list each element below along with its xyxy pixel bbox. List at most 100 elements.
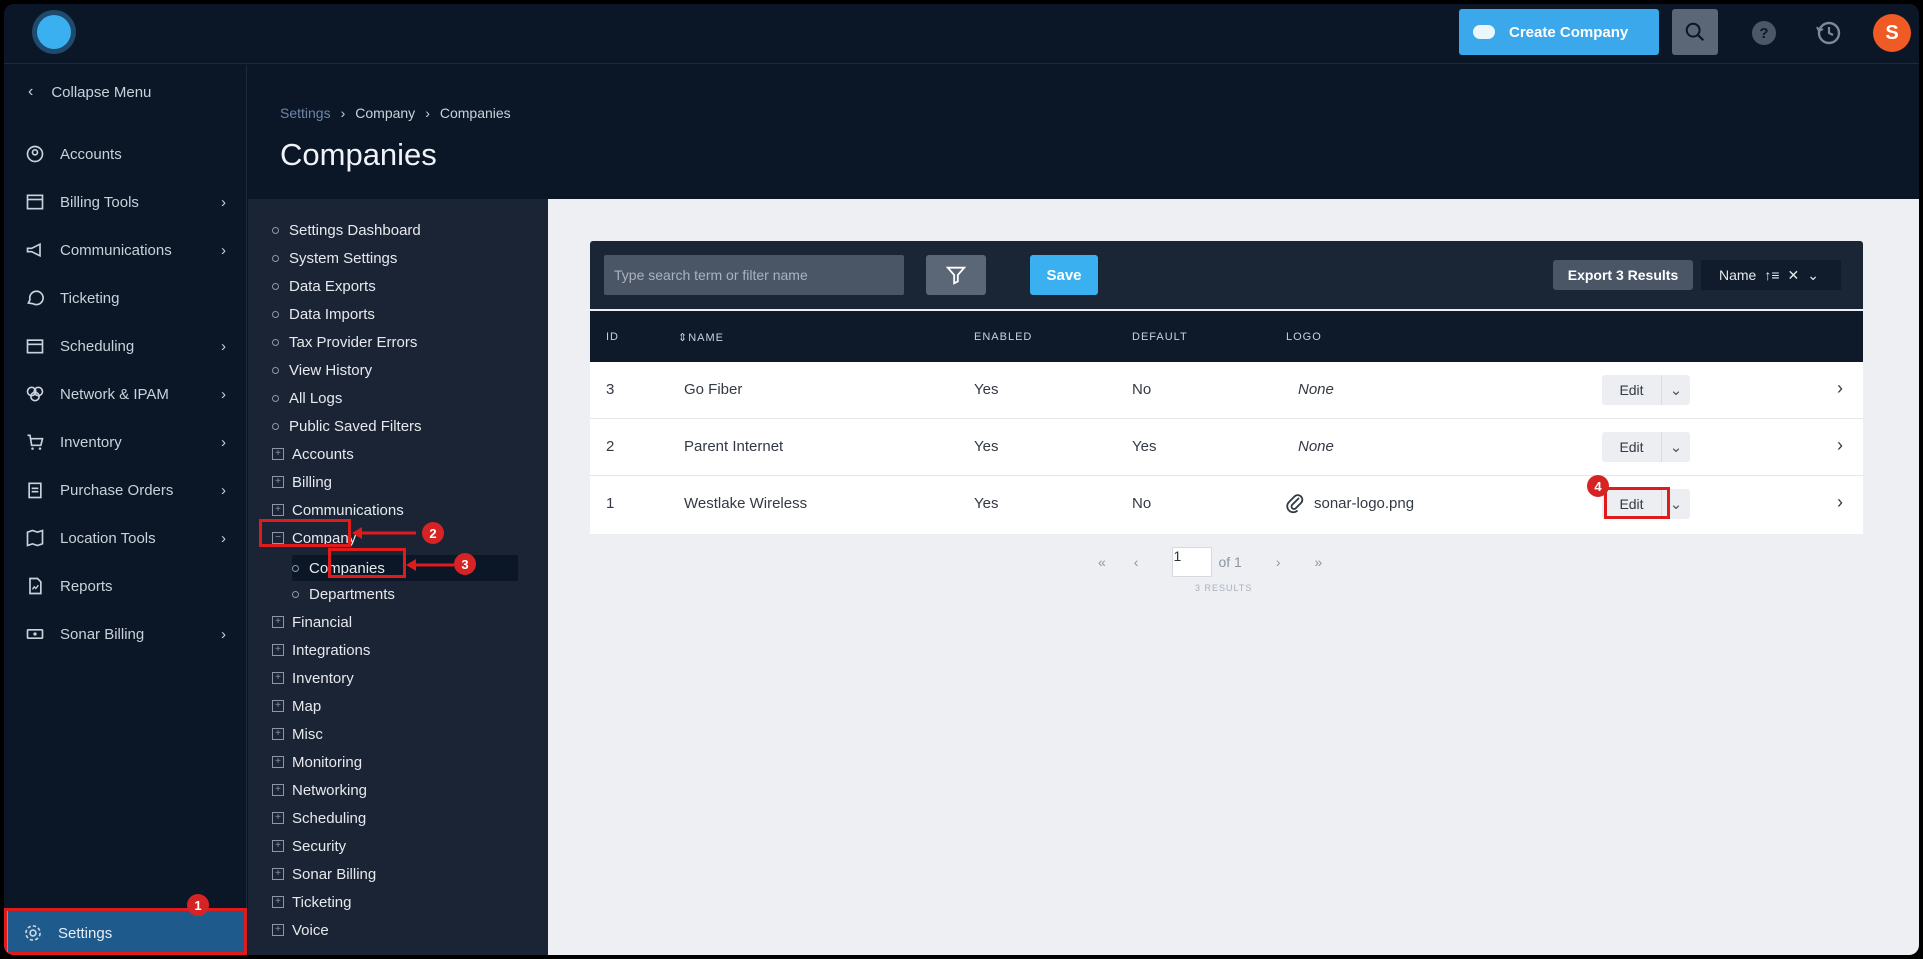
clear-sort-icon[interactable]: ✕ <box>1788 267 1800 284</box>
tree-item-integrations[interactable]: + Integrations <box>272 639 370 661</box>
column-header-name[interactable]: ⇕NAME <box>678 331 724 344</box>
tree-item-ticketing[interactable]: + Ticketing <box>272 891 351 913</box>
search-input[interactable] <box>604 255 904 295</box>
tree-item-scheduling[interactable]: + Scheduling <box>272 807 366 829</box>
history-icon[interactable] <box>1814 18 1844 48</box>
expand-plus-icon[interactable]: + <box>272 924 284 936</box>
chevron-down-icon[interactable]: ⌄ <box>1807 267 1819 284</box>
first-page-icon[interactable]: « <box>1098 554 1106 570</box>
breadcrumb-settings[interactable]: Settings <box>280 105 331 121</box>
chevron-right-icon[interactable]: › <box>1837 435 1843 456</box>
chevron-right-icon[interactable]: › <box>1837 378 1843 399</box>
table-row[interactable]: 1 Westlake Wireless Yes No sonar-logo.png Edi… <box>590 476 1863 534</box>
nav-item-sonar-billing[interactable]: Sonar Billing › <box>24 619 234 649</box>
expand-plus-icon[interactable]: + <box>272 700 284 712</box>
logo-file[interactable]: sonar-logo.png <box>1286 492 1414 514</box>
tree-item-data-imports[interactable]: Data Imports <box>272 303 375 325</box>
tree-item-voice[interactable]: + Voice <box>272 919 329 941</box>
nav-item-network-ipam[interactable]: Network & IPAM › <box>24 379 234 409</box>
app-logo[interactable] <box>32 10 76 54</box>
expand-plus-icon[interactable]: + <box>272 504 284 516</box>
tree-item-label: Map <box>292 697 322 715</box>
sort-control[interactable]: Name ↑≡ ✕ ⌄ <box>1701 260 1841 290</box>
nav-item-communications[interactable]: Communications › <box>24 235 234 265</box>
results-count: 3 RESULTS <box>1195 583 1253 593</box>
tree-item-public-saved-filters[interactable]: Public Saved Filters <box>272 415 422 437</box>
breadcrumb-separator: › <box>340 105 346 121</box>
tree-item-map[interactable]: + Map <box>272 695 321 717</box>
expand-plus-icon[interactable]: + <box>272 896 284 908</box>
chevron-down-icon[interactable]: ⌄ <box>1662 375 1690 405</box>
nav-item-reports[interactable]: Reports <box>24 571 234 601</box>
user-avatar[interactable]: S <box>1873 14 1911 52</box>
breadcrumb-company[interactable]: Company <box>355 105 415 121</box>
tree-item-label: Sonar Billing <box>292 865 377 883</box>
tree-item-security[interactable]: + Security <box>272 835 346 857</box>
save-button[interactable]: Save <box>1030 255 1098 295</box>
expand-plus-icon[interactable]: + <box>272 672 284 684</box>
column-header-enabled[interactable]: ENABLED <box>974 331 1032 343</box>
tree-item-label: Accounts <box>292 445 354 463</box>
expand-plus-icon[interactable]: + <box>272 812 284 824</box>
tree-item-sonar-billing[interactable]: + Sonar Billing <box>272 863 376 885</box>
nav-item-location-tools[interactable]: Location Tools › <box>24 523 234 553</box>
edit-button[interactable]: Edit <box>1602 432 1662 462</box>
tree-item-networking[interactable]: + Networking <box>272 779 367 801</box>
expand-plus-icon[interactable]: + <box>272 476 284 488</box>
page-number-input[interactable]: 1 <box>1172 547 1213 577</box>
table-row[interactable]: 2 Parent Internet Yes Yes None Edit ⌄ › <box>590 419 1863 476</box>
tree-item-inventory[interactable]: + Inventory <box>272 667 354 689</box>
chevron-down-icon[interactable]: ⌄ <box>1662 432 1690 462</box>
chevron-right-icon[interactable]: › <box>1837 492 1843 513</box>
collapse-menu-button[interactable]: ‹ Collapse Menu <box>28 83 151 101</box>
filter-button[interactable] <box>926 255 986 295</box>
next-page-icon[interactable]: › <box>1276 554 1281 570</box>
nav-item-inventory[interactable]: Inventory › <box>24 427 234 457</box>
chevron-right-icon: › <box>221 193 226 211</box>
expand-plus-icon[interactable]: + <box>272 868 284 880</box>
nav-item-accounts[interactable]: Accounts <box>24 139 234 169</box>
nav-item-label: Accounts <box>60 145 122 163</box>
tree-item-financial[interactable]: + Financial <box>272 611 352 633</box>
expand-plus-icon[interactable]: + <box>272 644 284 656</box>
last-page-icon[interactable]: » <box>1315 554 1323 570</box>
prev-page-icon[interactable]: ‹ <box>1134 554 1139 570</box>
nav-item-scheduling[interactable]: Scheduling › <box>24 331 234 361</box>
tree-item-view-history[interactable]: View History <box>272 359 372 381</box>
tree-item-settings-dashboard[interactable]: Settings Dashboard <box>272 219 421 241</box>
expand-plus-icon[interactable]: + <box>272 756 284 768</box>
expand-plus-icon[interactable]: + <box>272 784 284 796</box>
tree-item-data-exports[interactable]: Data Exports <box>272 275 376 297</box>
global-search-button[interactable] <box>1672 9 1718 55</box>
tree-item-monitoring[interactable]: + Monitoring <box>272 751 362 773</box>
nav-item-purchase-orders[interactable]: Purchase Orders › <box>24 475 234 505</box>
expand-plus-icon[interactable]: + <box>272 448 284 460</box>
tree-item-departments[interactable]: Departments <box>292 583 395 605</box>
report-icon <box>24 575 46 597</box>
tree-item-communications[interactable]: + Communications <box>272 499 404 521</box>
edit-button-group: Edit ⌄ <box>1602 375 1692 405</box>
help-icon[interactable]: ? <box>1752 21 1776 45</box>
expand-plus-icon[interactable]: + <box>272 728 284 740</box>
tree-item-tax-provider-errors[interactable]: Tax Provider Errors <box>272 331 417 353</box>
nav-item-label: Ticketing <box>60 289 120 307</box>
nav-item-billing-tools[interactable]: Billing Tools › <box>24 187 234 217</box>
tree-item-misc[interactable]: + Misc <box>272 723 323 745</box>
export-results-button[interactable]: Export 3 Results <box>1553 260 1693 290</box>
tree-item-system-settings[interactable]: System Settings <box>272 247 397 269</box>
chat-bubble-icon <box>24 287 46 309</box>
logo-none: None <box>1298 381 1334 398</box>
expand-plus-icon[interactable]: + <box>272 840 284 852</box>
table-row[interactable]: 3 Go Fiber Yes No None Edit ⌄ › <box>590 362 1863 419</box>
sort-ascending-icon[interactable]: ↑≡ <box>1764 267 1779 283</box>
create-company-button[interactable]: Create Company <box>1459 9 1659 55</box>
column-header-id[interactable]: ID <box>606 331 619 343</box>
tree-item-accounts[interactable]: + Accounts <box>272 443 354 465</box>
column-header-logo[interactable]: LOGO <box>1286 331 1322 343</box>
tree-item-billing[interactable]: + Billing <box>272 471 332 493</box>
nav-item-ticketing[interactable]: Ticketing <box>24 283 234 313</box>
edit-button[interactable]: Edit <box>1602 375 1662 405</box>
tree-item-all-logs[interactable]: All Logs <box>272 387 342 409</box>
expand-plus-icon[interactable]: + <box>272 616 284 628</box>
column-header-default[interactable]: DEFAULT <box>1132 331 1188 343</box>
